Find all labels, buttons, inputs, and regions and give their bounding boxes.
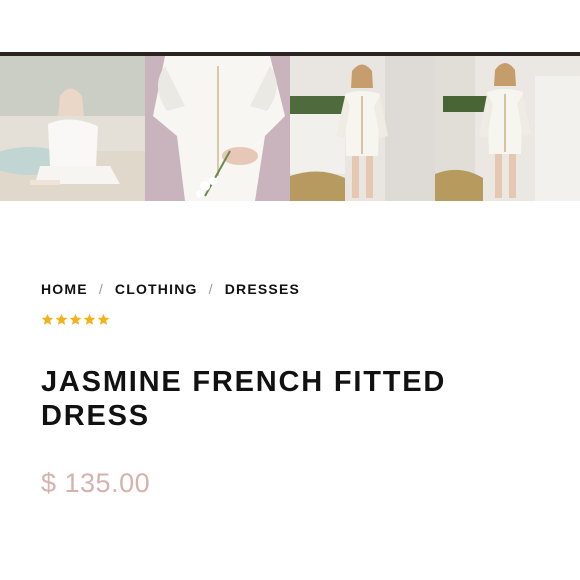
gallery-thumbnail-4[interactable] <box>435 56 580 201</box>
star-rating[interactable] <box>41 313 110 326</box>
product-photo-3 <box>290 56 435 201</box>
gallery-thumbnail-2[interactable] <box>145 56 290 201</box>
star-icon <box>69 313 82 325</box>
star-icon <box>41 313 54 325</box>
breadcrumb-clothing-link[interactable]: CLOTHING <box>115 281 198 297</box>
product-price: $ 135.00 <box>41 468 151 498</box>
breadcrumb-dresses-link[interactable]: DRESSES <box>225 281 300 297</box>
product-image-gallery <box>0 56 580 201</box>
product-photo-1 <box>0 56 145 201</box>
star-icon <box>97 313 110 325</box>
star-icon <box>55 313 68 325</box>
product-photo-2 <box>145 56 290 201</box>
product-title: JASMINE FRENCH FITTED DRESS <box>41 366 447 432</box>
product-photo-4 <box>435 56 580 201</box>
star-icon <box>83 313 96 325</box>
breadcrumb: HOME / CLOTHING / DRESSES <box>41 281 300 297</box>
gallery-thumbnail-1[interactable] <box>0 56 145 201</box>
breadcrumb-separator: / <box>208 281 214 297</box>
gallery-thumbnail-3[interactable] <box>290 56 435 201</box>
breadcrumb-home-link[interactable]: HOME <box>41 281 88 297</box>
header-area <box>0 0 580 52</box>
breadcrumb-separator: / <box>98 281 104 297</box>
